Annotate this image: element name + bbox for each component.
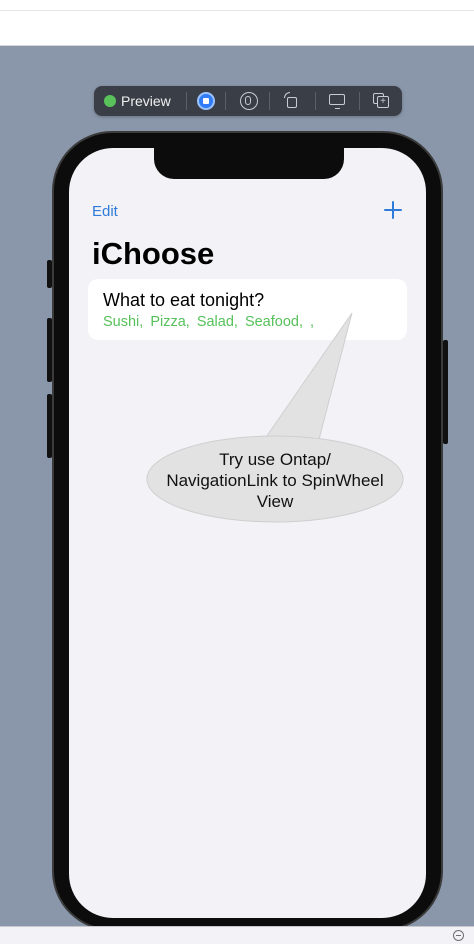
notch xyxy=(154,148,344,179)
list-item-title: What to eat tonight? xyxy=(103,290,265,310)
top-divider xyxy=(0,10,474,11)
zoom-out-icon[interactable] xyxy=(453,930,464,941)
option-item: Sushi, xyxy=(103,314,144,330)
live-mode-icon[interactable] xyxy=(197,92,215,110)
list-item[interactable]: What to eat tonight? Sushi, Pizza, Salad, S… xyxy=(88,279,407,340)
phone-screen: Edit iChoose What to eat tonight? Sushi,… xyxy=(69,148,426,918)
preview-toolbar: Preview xyxy=(94,86,402,116)
plus-icon[interactable] xyxy=(383,200,403,220)
variants-icon[interactable] xyxy=(240,92,258,110)
top-window-bar xyxy=(0,0,474,46)
duplicate-preview-icon[interactable] xyxy=(372,92,390,110)
annotation-line: NavigationLink to SpinWheel xyxy=(166,471,384,490)
toolbar-separator xyxy=(225,92,226,110)
toolbar-separator xyxy=(359,92,360,110)
power-button xyxy=(443,340,448,444)
option-list: Sushi, Pizza, Salad, Seafood,, xyxy=(103,313,321,331)
live-status-icon xyxy=(104,95,116,107)
preview-label[interactable]: Preview xyxy=(121,93,171,109)
option-item: Seafood, xyxy=(244,314,303,330)
option-item: Pizza, xyxy=(150,314,190,330)
option-item: Salad, xyxy=(196,314,238,330)
option-item: , xyxy=(310,314,315,330)
page-title: iChoose xyxy=(92,236,215,271)
annotation-text: Try use Ontap/ NavigationLink to SpinWhe… xyxy=(150,449,400,512)
bottom-status-bar xyxy=(0,926,474,944)
toolbar-separator xyxy=(186,92,187,110)
toolbar-separator xyxy=(315,92,316,110)
edit-button[interactable]: Edit xyxy=(92,202,118,222)
rotate-icon[interactable] xyxy=(283,92,301,110)
annotation-line: View xyxy=(256,492,294,511)
toolbar-separator xyxy=(269,92,270,110)
annotation-line: Try use Ontap/ xyxy=(219,450,331,469)
device-settings-icon[interactable] xyxy=(328,92,346,110)
